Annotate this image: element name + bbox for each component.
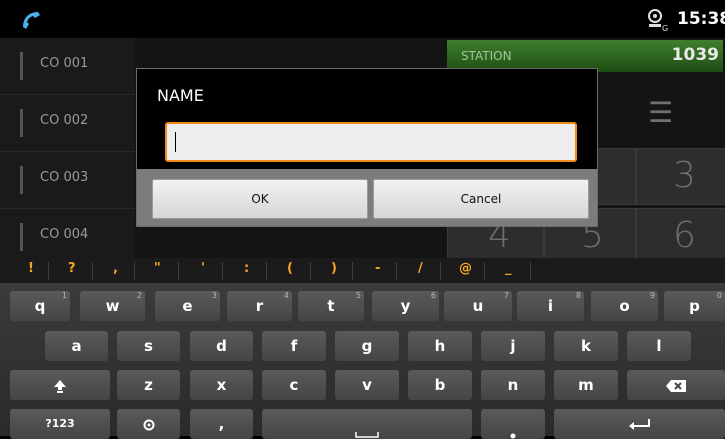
divider [48,262,49,280]
dial-key[interactable]: 3 [636,148,725,205]
clock: 15:38 [677,9,725,29]
space-icon [355,432,379,438]
divider [92,262,93,280]
suggestion-item[interactable]: ! [28,261,34,276]
key-v[interactable]: v [335,370,399,400]
divider [266,262,267,280]
key-u[interactable]: u7 [444,291,512,321]
divider [310,262,311,280]
co-item[interactable]: CO 001 [0,38,135,95]
shift-icon [54,379,66,393]
divider [484,262,485,280]
key-c[interactable]: c [262,370,326,400]
suggestion-item[interactable]: ? [68,261,76,276]
co-list: CO 001 CO 002 CO 003 CO 004 [0,38,135,258]
key-x[interactable]: x [190,370,253,400]
co-indicator [20,109,23,137]
co-item[interactable]: CO 004 [0,209,135,258]
list-icon[interactable]: ☰ [648,96,673,129]
divider [134,262,135,280]
key-t[interactable]: t5 [298,291,364,321]
dial-key[interactable]: 6 [636,208,725,258]
co-label: CO 002 [40,113,89,128]
suggestion-item[interactable]: " [154,261,161,276]
suggestion-item[interactable]: ) [331,261,337,276]
settings-icon [143,419,154,430]
period-key[interactable] [481,409,545,439]
divider [222,262,223,280]
name-dialog: NAME OK Cancel [136,68,598,227]
dial-digit: 3 [673,155,696,196]
dialog-button-row: OK Cancel [137,169,597,226]
key-n[interactable]: n [481,370,545,400]
divider [530,262,531,280]
co-label: CO 001 [40,56,89,71]
suggestion-item[interactable]: , [113,261,118,276]
period-icon [510,433,516,439]
divider [352,262,353,280]
key-d[interactable]: d [190,331,253,361]
backspace-icon [666,379,686,392]
co-item[interactable]: CO 002 [0,95,135,152]
gps-signal-icon: G [648,9,668,33]
key-o[interactable]: o9 [591,291,658,321]
key-m[interactable]: m [554,370,618,400]
key-q[interactable]: q1 [10,291,70,321]
suggestion-item[interactable]: ( [287,261,293,276]
dial-digit: 6 [673,215,696,256]
co-item[interactable]: CO 003 [0,152,135,209]
status-bar: G 15:38 [0,0,725,38]
phone-app-icon [23,12,40,29]
suggestion-item[interactable]: / [418,261,423,276]
shift-key[interactable] [10,370,110,400]
key-h[interactable]: h [408,331,472,361]
suggestion-strip: ! ? , " ' : ( ) - / @ _ [0,258,725,283]
svg-text:G: G [662,24,668,33]
key-z[interactable]: z [117,370,180,400]
key-e[interactable]: e3 [155,291,220,321]
co-label: CO 003 [40,170,89,185]
settings-key[interactable] [117,409,180,439]
key-j[interactable]: j [481,331,545,361]
station-number: 1039 [671,45,719,65]
suggestion-item[interactable]: : [244,261,249,276]
key-y[interactable]: y6 [372,291,439,321]
key-g[interactable]: g [335,331,399,361]
co-label: CO 004 [40,227,89,242]
station-label: STATION [461,49,512,63]
comma-key[interactable]: , [190,409,253,439]
co-indicator [20,223,23,251]
backspace-key[interactable] [627,370,725,400]
key-f[interactable]: f [262,331,326,361]
soft-keyboard: q1 w2 e3 r4 t5 y6 u7 i8 o9 p0 a s d f g … [0,283,725,439]
co-indicator [20,166,23,194]
space-key[interactable] [262,409,472,439]
dialog-title: NAME [157,86,204,105]
enter-icon [628,418,650,430]
suggestion-item[interactable]: ' [201,261,205,276]
key-s[interactable]: s [117,331,180,361]
symbols-key[interactable]: ?123 [10,409,110,439]
divider [178,262,179,280]
cancel-button[interactable]: Cancel [373,179,589,219]
co-indicator [20,52,23,80]
key-i[interactable]: i8 [517,291,584,321]
key-w[interactable]: w2 [80,291,145,321]
suggestion-item[interactable]: @ [459,261,472,276]
key-b[interactable]: b [408,370,472,400]
key-k[interactable]: k [554,331,618,361]
ok-button[interactable]: OK [152,179,368,219]
divider [396,262,397,280]
suggestion-item[interactable]: _ [505,261,512,276]
key-p[interactable]: p0 [664,291,725,321]
key-r[interactable]: r4 [227,291,292,321]
key-a[interactable]: a [45,331,108,361]
divider [440,262,441,280]
name-input[interactable] [165,122,577,162]
suggestion-item[interactable]: - [375,261,380,276]
enter-key[interactable] [554,409,725,439]
key-l[interactable]: l [627,331,691,361]
text-cursor [175,132,176,152]
